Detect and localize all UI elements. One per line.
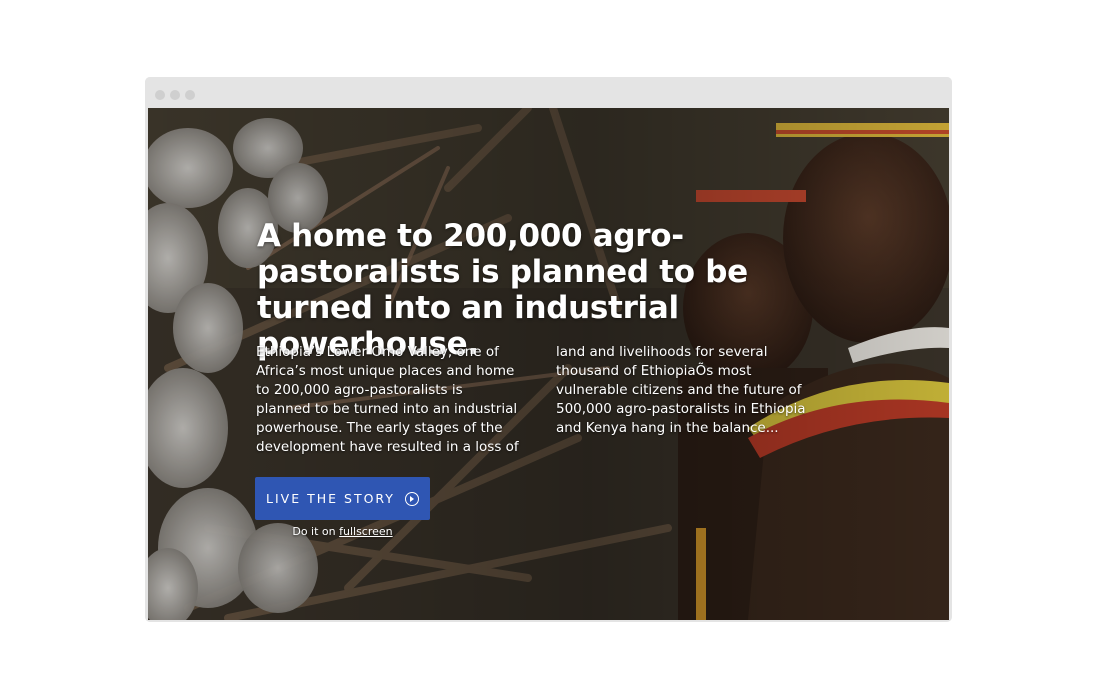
fullscreen-link[interactable]: fullscreen <box>339 525 393 538</box>
fullscreen-prefix: Do it on <box>292 525 340 538</box>
browser-window: A home to 200,000 agro-pastoralists is p… <box>145 77 952 622</box>
live-the-story-button[interactable]: LIVE THE STORY <box>255 477 430 520</box>
browser-titlebar <box>145 77 952 108</box>
window-dot-maximize[interactable] <box>185 90 195 100</box>
fullscreen-hint: Do it on fullscreen <box>255 525 430 538</box>
hero-body-right: land and livelihoods for several thousan… <box>556 344 806 436</box>
hero-section: A home to 200,000 agro-pastoralists is p… <box>148 108 949 620</box>
hero-headline: A home to 200,000 agro-pastoralists is p… <box>257 218 748 362</box>
live-the-story-label: LIVE THE STORY <box>266 491 395 506</box>
hero-body-left: Ethiopia’s Lower Omo Valley, one of Afri… <box>256 344 519 455</box>
hero-content: A home to 200,000 agro-pastoralists is p… <box>148 108 949 620</box>
play-circle-icon <box>404 491 419 506</box>
window-dot-minimize[interactable] <box>170 90 180 100</box>
window-dot-close[interactable] <box>155 90 165 100</box>
